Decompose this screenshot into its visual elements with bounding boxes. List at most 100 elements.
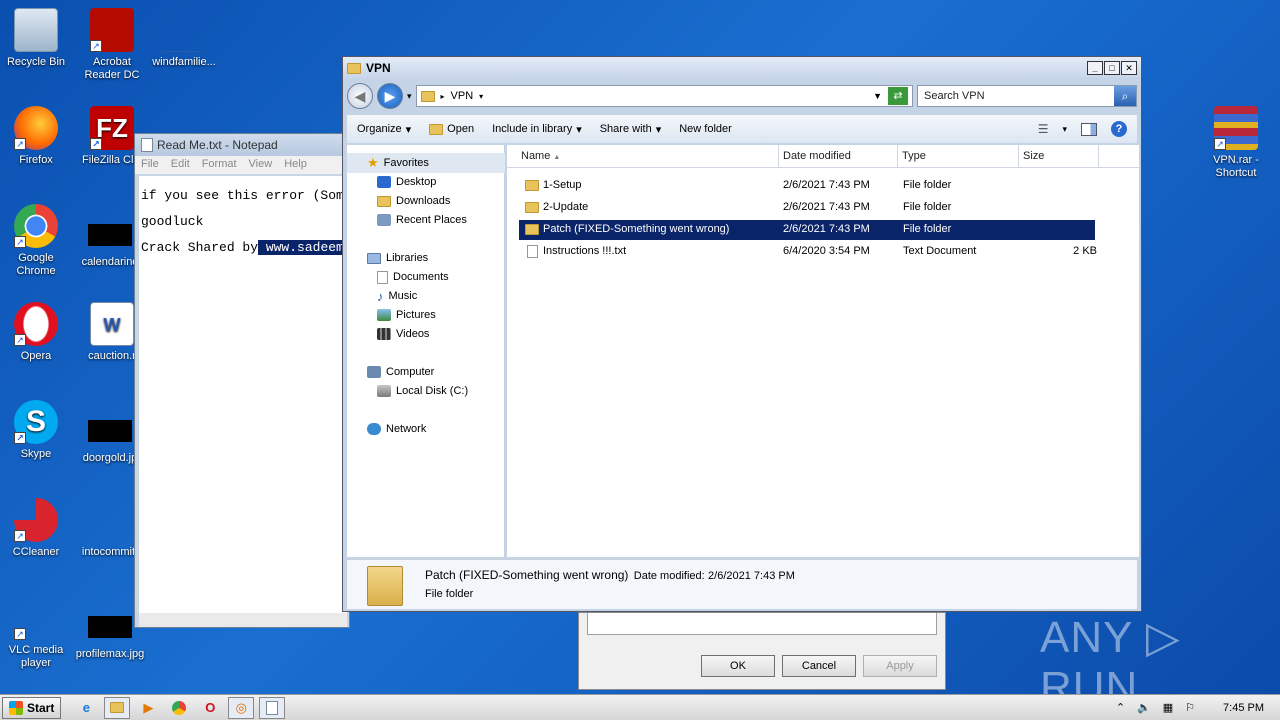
nav-label: Documents bbox=[393, 271, 449, 283]
show-hidden-icons-icon[interactable]: ⌃ bbox=[1116, 701, 1125, 714]
file-row-selected[interactable]: Patch (FIXED-Something went wrong) 2/6/2… bbox=[519, 220, 1095, 240]
properties-dialog[interactable]: OK Cancel Apply bbox=[578, 612, 946, 690]
chevron-right-icon[interactable]: ▸ bbox=[441, 92, 445, 101]
view-options-icon[interactable]: ☰ bbox=[1038, 122, 1049, 136]
notepad-titlebar[interactable]: Read Me.txt - Notepad bbox=[135, 134, 349, 156]
chrome-taskbar-icon[interactable] bbox=[166, 697, 192, 719]
navigation-pane[interactable]: ★ Favorites Desktop Downloads Recent Plac… bbox=[347, 145, 505, 557]
column-label: Name bbox=[521, 150, 551, 162]
desktop-icon-recycle-bin[interactable]: Recycle Bin bbox=[0, 8, 72, 69]
internet-explorer-icon[interactable]: e bbox=[73, 697, 99, 719]
nav-libraries[interactable]: Libraries bbox=[367, 249, 428, 267]
menu-edit[interactable]: Edit bbox=[171, 158, 190, 172]
address-dropdown-icon[interactable]: ▼ bbox=[873, 91, 882, 101]
search-input[interactable]: Search VPN ⌕ bbox=[917, 85, 1137, 107]
acrobat-icon: ↗ bbox=[90, 8, 134, 52]
nav-computer[interactable]: Computer bbox=[367, 363, 434, 381]
nav-downloads[interactable]: Downloads bbox=[377, 192, 450, 210]
desktop-icon-windfamilie[interactable]: windfamilie... bbox=[148, 8, 220, 69]
action-center-flag-icon[interactable]: ⚐ bbox=[1185, 701, 1195, 714]
menu-view[interactable]: View bbox=[249, 158, 273, 172]
desktop-icon-skype[interactable]: S ↗ Skype bbox=[0, 400, 72, 461]
windows-logo-icon bbox=[9, 700, 23, 715]
address-bar[interactable]: ▸ VPN ▾ ▼ ⇄ bbox=[415, 85, 913, 107]
opera-taskbar-icon[interactable]: O bbox=[197, 697, 223, 719]
network-tray-icon[interactable]: ▦ bbox=[1163, 701, 1173, 714]
nav-network[interactable]: Network bbox=[367, 420, 426, 438]
explorer-titlebar[interactable]: VPN _ □ ✕ bbox=[343, 57, 1141, 79]
explorer-window[interactable]: VPN _ □ ✕ ◀ ▶ ▾ ▸ VPN ▾ ▼ ⇄ Search VPN ⌕… bbox=[342, 56, 1142, 612]
file-row[interactable]: 2-Update 2/6/2021 7:43 PM File folder bbox=[519, 198, 1095, 218]
dialog-panel bbox=[587, 613, 937, 635]
address-row: ◀ ▶ ▾ ▸ VPN ▾ ▼ ⇄ Search VPN ⌕ bbox=[347, 81, 1137, 111]
ccleaner-icon: ↗ bbox=[14, 498, 58, 542]
help-icon[interactable]: ? bbox=[1111, 121, 1127, 137]
open-button[interactable]: Open bbox=[429, 123, 474, 135]
desktop-icon-chrome[interactable]: ↗ Google Chrome bbox=[0, 204, 72, 278]
details-pane: Patch (FIXED-Something went wrong) Date … bbox=[347, 559, 1137, 609]
menu-file[interactable]: File bbox=[141, 158, 159, 172]
file-row[interactable]: 1-Setup 2/6/2021 7:43 PM File folder bbox=[519, 176, 1095, 196]
share-with-button[interactable]: Share with ▾ bbox=[600, 123, 662, 136]
column-header-name[interactable]: Name ▲ bbox=[507, 145, 779, 167]
videos-icon bbox=[377, 328, 391, 340]
desktop-icon-firefox[interactable]: ↗ Firefox bbox=[0, 106, 72, 167]
horizontal-scrollbar[interactable] bbox=[139, 613, 347, 627]
nav-pictures[interactable]: Pictures bbox=[377, 306, 436, 324]
ok-button[interactable]: OK bbox=[701, 655, 775, 677]
column-header-size[interactable]: Size bbox=[1019, 145, 1099, 167]
menu-help[interactable]: Help bbox=[284, 158, 307, 172]
nav-favorites[interactable]: ★ Favorites bbox=[367, 154, 429, 172]
notepad-text-area[interactable]: if you see this error (Som goodluck Crac… bbox=[139, 176, 347, 613]
chevron-down-icon[interactable]: ▾ bbox=[1062, 124, 1067, 135]
text-file-icon bbox=[527, 245, 538, 258]
refresh-icon[interactable]: ⇄ bbox=[888, 87, 908, 105]
nav-videos[interactable]: Videos bbox=[377, 325, 429, 343]
organize-button[interactable]: Organize ▾ bbox=[357, 123, 411, 136]
opera-icon: ↗ bbox=[14, 302, 58, 346]
chevron-down-icon: ▾ bbox=[655, 123, 662, 136]
nav-documents[interactable]: Documents bbox=[377, 268, 449, 286]
search-icon[interactable]: ⌕ bbox=[1114, 86, 1136, 106]
maximize-button[interactable]: □ bbox=[1104, 61, 1120, 75]
nav-desktop[interactable]: Desktop bbox=[377, 173, 436, 191]
forward-button[interactable]: ▶ bbox=[377, 83, 403, 109]
file-date: 2/6/2021 7:43 PM bbox=[783, 179, 870, 191]
start-button[interactable]: Start bbox=[2, 696, 62, 719]
minimize-button[interactable]: _ bbox=[1087, 61, 1103, 75]
desktop-icon-vpn-rar[interactable]: ↗ VPN.rar - Shortcut bbox=[1200, 106, 1272, 180]
volume-icon[interactable]: 🔈 bbox=[1137, 701, 1151, 714]
avast-taskbar-icon[interactable]: ◎ bbox=[228, 696, 255, 719]
column-header-type[interactable]: Type bbox=[898, 145, 1019, 167]
apply-button[interactable]: Apply bbox=[863, 655, 937, 677]
file-list-pane[interactable]: Name ▲ Date modified Type Size 1-Setup 2… bbox=[507, 145, 1139, 557]
desktop-icon-label: CCleaner bbox=[12, 546, 60, 558]
menu-format[interactable]: Format bbox=[202, 158, 237, 172]
notepad-taskbar-icon[interactable] bbox=[259, 696, 286, 719]
desktop-icon-acrobat[interactable]: ↗ Acrobat Reader DC bbox=[76, 8, 148, 82]
address-path[interactable]: VPN bbox=[451, 90, 474, 102]
chevron-down-icon[interactable]: ▾ bbox=[479, 92, 483, 101]
desktop-icon-opera[interactable]: ↗ Opera bbox=[0, 302, 72, 363]
desktop-icon-ccleaner[interactable]: ↗ CCleaner bbox=[0, 498, 72, 559]
desktop-icon-vlc[interactable]: ↗ VLC media player bbox=[0, 596, 72, 670]
cancel-button[interactable]: Cancel bbox=[782, 655, 856, 677]
history-dropdown-icon[interactable]: ▾ bbox=[407, 91, 412, 102]
column-header-date[interactable]: Date modified bbox=[779, 145, 898, 167]
back-button[interactable]: ◀ bbox=[347, 83, 373, 109]
preview-pane-icon[interactable] bbox=[1081, 122, 1097, 136]
nav-label: Videos bbox=[396, 328, 430, 340]
include-in-library-button[interactable]: Include in library ▾ bbox=[492, 123, 582, 136]
nav-local-disk[interactable]: Local Disk (C:) bbox=[377, 382, 468, 400]
close-button[interactable]: ✕ bbox=[1121, 61, 1137, 75]
clock[interactable]: 7:45 PM bbox=[1223, 702, 1264, 714]
media-player-icon[interactable]: ▶ bbox=[135, 697, 161, 719]
nav-label: Local Disk (C:) bbox=[396, 385, 469, 397]
file-row[interactable]: Instructions !!!.txt 6/4/2020 3:54 PM Te… bbox=[519, 242, 1097, 262]
explorer-taskbar-icon[interactable] bbox=[104, 696, 131, 719]
nav-music[interactable]: ♪ Music bbox=[377, 287, 417, 305]
winrar-icon: ↗ bbox=[1214, 106, 1258, 150]
new-folder-button[interactable]: New folder bbox=[679, 123, 732, 135]
nav-recent-places[interactable]: Recent Places bbox=[377, 211, 467, 229]
notepad-window[interactable]: Read Me.txt - Notepad File Edit Format V… bbox=[134, 133, 350, 628]
